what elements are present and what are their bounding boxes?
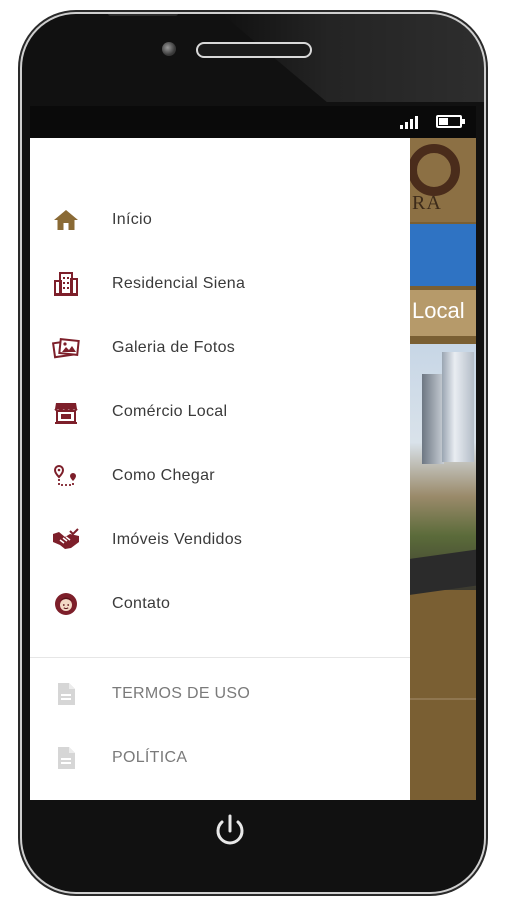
- contact-icon: [52, 590, 80, 618]
- handshake-icon: [52, 526, 80, 554]
- menu-item-label: POLÍTICA: [112, 749, 188, 766]
- front-camera: [162, 42, 176, 56]
- menu-item-residencial-siena[interactable]: Residencial Siena: [30, 254, 410, 314]
- menu-item-label: Início: [112, 211, 153, 228]
- battery-icon: [436, 115, 465, 128]
- menu-item-label: Comércio Local: [112, 403, 228, 420]
- menu-item-label: Contato: [112, 595, 171, 612]
- phone-frame: RA Local Início Residencial Siena Galeri…: [22, 14, 484, 892]
- tower-shape: [442, 352, 474, 462]
- section-title-fragment: Local: [412, 298, 465, 323]
- status-bar: [30, 106, 476, 138]
- earpiece-speaker: [196, 42, 312, 58]
- menu-item-label: TERMOS DE USO: [112, 685, 251, 702]
- phone-screen: RA Local Início Residencial Siena Galeri…: [30, 106, 476, 800]
- drawer-divider: [30, 657, 410, 658]
- menu-item-como-chegar[interactable]: Como Chegar: [30, 446, 410, 506]
- menu-item-label: Como Chegar: [112, 467, 215, 484]
- photo-gallery-icon: [52, 334, 80, 362]
- menu-item-inicio[interactable]: Início: [30, 190, 410, 250]
- menu-item-contato[interactable]: Contato: [30, 574, 410, 634]
- menu-item-label: Imóveis Vendidos: [112, 531, 243, 548]
- navigation-drawer: Início Residencial Siena Galeria de Foto…: [30, 138, 410, 800]
- menu-item-politica[interactable]: POLÍTICA: [30, 728, 410, 788]
- document-icon: [52, 744, 80, 772]
- menu-item-imoveis-vendidos[interactable]: Imóveis Vendidos: [30, 510, 410, 570]
- menu-item-comercio-local[interactable]: Comércio Local: [30, 382, 410, 442]
- store-icon: [52, 398, 80, 426]
- power-button-icon[interactable]: [211, 812, 249, 850]
- logo-mark: [408, 144, 460, 196]
- tower-shape: [422, 374, 444, 464]
- route-icon: [52, 462, 80, 490]
- document-icon: [52, 680, 80, 708]
- phone-shine: [222, 14, 484, 102]
- home-icon: [52, 206, 80, 234]
- logo-text-fragment: RA: [412, 192, 442, 214]
- menu-item-galeria-de-fotos[interactable]: Galeria de Fotos: [30, 318, 410, 378]
- menu-item-label: Residencial Siena: [112, 275, 246, 292]
- menu-item-label: Galeria de Fotos: [112, 339, 236, 356]
- signal-icon: [400, 115, 418, 129]
- building-icon: [52, 270, 80, 298]
- road-shape: [410, 549, 476, 595]
- power-side-button: [108, 14, 178, 16]
- menu-item-termos-de-uso[interactable]: TERMOS DE USO: [30, 664, 410, 724]
